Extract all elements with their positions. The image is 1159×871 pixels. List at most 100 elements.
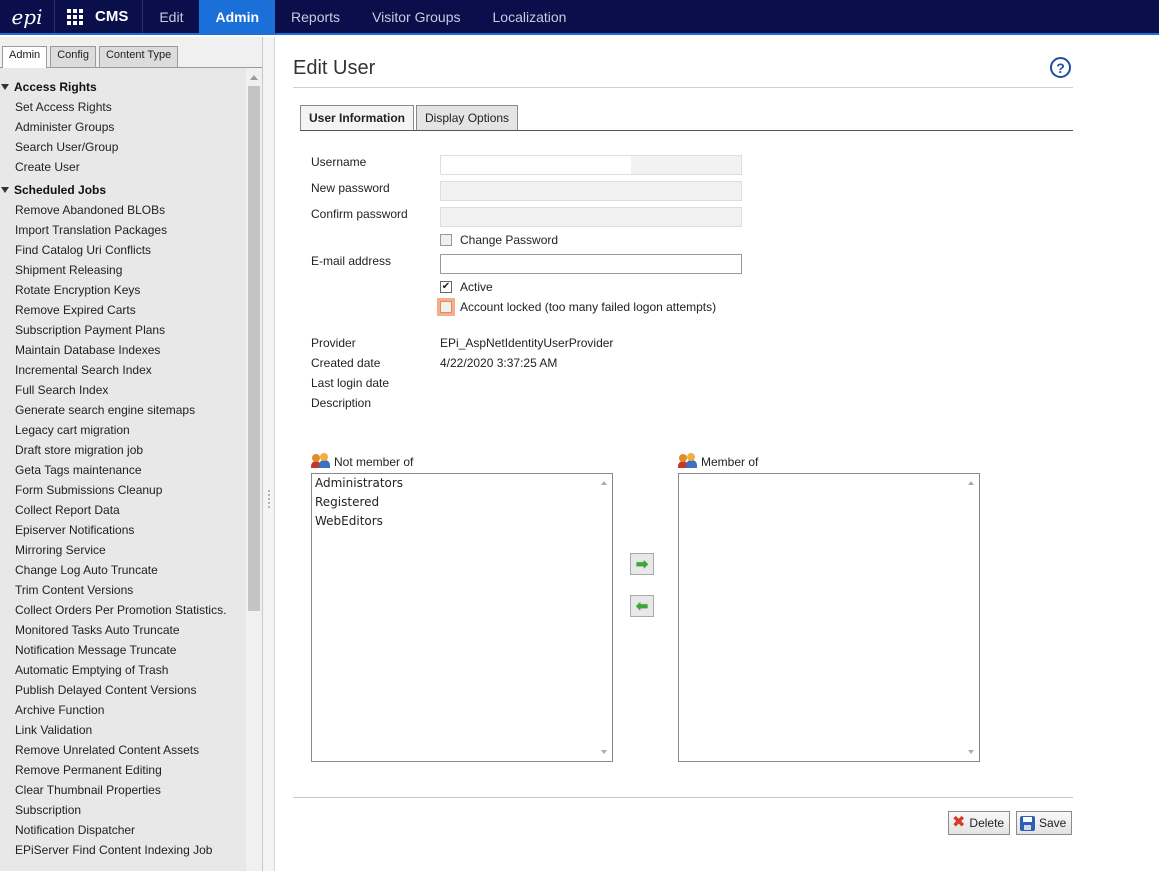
sidebar-item[interactable]: Trim Content Versions (0, 580, 246, 600)
group-option[interactable]: Registered (312, 493, 612, 512)
sidebar-item[interactable]: Generate search engine sitemaps (0, 400, 246, 420)
active-checkbox[interactable]: ✔ (440, 281, 452, 293)
sidebar-group-title: Scheduled Jobs (14, 183, 107, 197)
sidebar-item[interactable]: Find Catalog Uri Conflicts (0, 240, 246, 260)
created-date-label: Created date (311, 356, 381, 370)
sidebar-item[interactable]: Automatic Emptying of Trash (0, 660, 246, 680)
sidebar-item[interactable]: Rotate Encryption Keys (0, 280, 246, 300)
sidebar-item[interactable]: Link Validation (0, 720, 246, 740)
not-member-scrollbar[interactable] (597, 474, 612, 761)
sidebar-menu: Access Rights Set Access Rights Administer… (0, 74, 246, 871)
username-label: Username (311, 155, 367, 169)
sidebar-item[interactable]: Administer Groups (0, 117, 246, 137)
sidebar-item[interactable]: Monitored Tasks Auto Truncate (0, 620, 246, 640)
scroll-down-icon[interactable] (968, 750, 974, 754)
sidebar-item[interactable]: Publish Delayed Content Versions (0, 680, 246, 700)
sidebar-group-header[interactable]: Access Rights (0, 74, 246, 97)
group-option[interactable]: WebEditors (312, 512, 612, 531)
sidebar-tab-content-type[interactable]: Content Type (98, 46, 179, 67)
sidebar-item[interactable]: Shipment Releasing (0, 260, 246, 280)
sidebar-item[interactable]: Remove Expired Carts (0, 300, 246, 320)
not-member-header: Not member of (311, 453, 414, 469)
pane-splitter[interactable] (263, 37, 275, 871)
sidebar-tab-admin[interactable]: Admin (2, 46, 48, 68)
member-label: Member of (701, 455, 759, 469)
sidebar-item[interactable]: Clear Thumbnail Properties (0, 780, 246, 800)
sidebar-item[interactable]: Notification Dispatcher (0, 820, 246, 840)
sidebar-item[interactable]: Legacy cart migration (0, 420, 246, 440)
admin-sidebar: Admin Config Content Type Access Rights S… (0, 37, 263, 871)
sidebar-tab-config[interactable]: Config (50, 46, 96, 67)
expand-triangle-icon[interactable] (1, 84, 9, 90)
top-navigation-bar: epi CMS Edit Admin Reports Visitor Group… (0, 0, 1159, 35)
sidebar-item[interactable]: Full Search Index (0, 380, 246, 400)
sidebar-item[interactable]: Form Submissions Cleanup (0, 480, 246, 500)
member-scrollbar[interactable] (964, 474, 979, 761)
provider-value: EPi_AspNetIdentityUserProvider (440, 336, 614, 350)
tab-user-information[interactable]: User Information (300, 105, 415, 131)
scrollbar-thumb[interactable] (248, 86, 260, 611)
sidebar-item[interactable]: Maintain Database Indexes (0, 340, 246, 360)
nav-localization[interactable]: Localization (477, 0, 583, 33)
nav-admin[interactable]: Admin (199, 0, 276, 33)
member-listbox[interactable] (678, 473, 980, 762)
confirm-password-input[interactable] (440, 207, 742, 227)
nav-edit[interactable]: Edit (143, 0, 199, 33)
new-password-input[interactable] (440, 181, 742, 201)
sidebar-item[interactable]: Search User/Group (0, 137, 246, 157)
sidebar-item[interactable]: Mirroring Service (0, 540, 246, 560)
sidebar-item[interactable]: Set Access Rights (0, 97, 246, 117)
sidebar-item[interactable]: Create User (0, 157, 246, 177)
sidebar-group-header[interactable]: Scheduled Jobs (0, 177, 246, 200)
nav-reports[interactable]: Reports (275, 0, 356, 33)
expand-triangle-icon[interactable] (1, 187, 9, 193)
app-launcher-icon[interactable] (55, 0, 95, 33)
sidebar-item[interactable]: Subscription (0, 800, 246, 820)
remove-from-group-button[interactable]: ⬅ (630, 595, 654, 617)
edit-user-panel: Edit User ? User Information Display Opt… (276, 37, 1159, 871)
sidebar-item[interactable]: Remove Abandoned BLOBs (0, 200, 246, 220)
edit-user-tabs: User Information Display Options (300, 105, 519, 131)
sidebar-item[interactable]: Episerver Notifications (0, 520, 246, 540)
add-to-group-button[interactable]: ➡ (630, 553, 654, 575)
scroll-up-icon[interactable] (601, 481, 607, 485)
nav-visitor-groups[interactable]: Visitor Groups (356, 0, 476, 33)
sidebar-tabs: Admin Config Content Type (0, 37, 262, 68)
title-divider (293, 87, 1073, 88)
sidebar-item[interactable]: Draft store migration job (0, 440, 246, 460)
confirm-password-label: Confirm password (311, 207, 408, 221)
splitter-grip-icon (268, 489, 270, 509)
save-icon (1020, 815, 1035, 831)
sidebar-item[interactable]: Collect Report Data (0, 500, 246, 520)
help-icon[interactable]: ? (1050, 57, 1071, 78)
sidebar-item[interactable]: Archive Function (0, 700, 246, 720)
sidebar-item[interactable]: Remove Unrelated Content Assets (0, 740, 246, 760)
scroll-down-icon[interactable] (601, 750, 607, 754)
sidebar-item[interactable]: Incremental Search Index (0, 360, 246, 380)
account-locked-checkbox[interactable] (440, 301, 452, 313)
email-input[interactable] (440, 254, 742, 274)
scroll-up-icon[interactable] (968, 481, 974, 485)
sidebar-scrollbar[interactable] (246, 68, 262, 871)
tab-display-options[interactable]: Display Options (416, 105, 519, 130)
sidebar-item[interactable]: Import Translation Packages (0, 220, 246, 240)
change-password-checkbox[interactable] (440, 234, 452, 246)
sidebar-item[interactable]: EPiServer Find Content Indexing Job (0, 840, 246, 860)
sidebar-item[interactable]: Notification Message Truncate (0, 640, 246, 660)
episerver-logo[interactable]: epi (0, 0, 55, 33)
save-button[interactable]: Save (1016, 811, 1073, 835)
group-option[interactable]: Administrators (312, 474, 612, 493)
scroll-up-icon[interactable] (250, 75, 258, 80)
delete-button[interactable]: ✖ Delete (948, 811, 1011, 835)
username-input[interactable] (440, 155, 742, 175)
sidebar-item[interactable]: Remove Permanent Editing (0, 760, 246, 780)
new-password-label: New password (311, 181, 390, 195)
created-date-value: 4/22/2020 3:37:25 AM (440, 356, 558, 370)
sidebar-item[interactable]: Collect Orders Per Promotion Statistics. (0, 600, 246, 620)
not-member-label: Not member of (334, 455, 414, 469)
last-login-label: Last login date (311, 376, 390, 390)
not-member-listbox[interactable]: Administrators Registered WebEditors (311, 473, 613, 762)
sidebar-item[interactable]: Subscription Payment Plans (0, 320, 246, 340)
sidebar-item[interactable]: Geta Tags maintenance (0, 460, 246, 480)
sidebar-item[interactable]: Change Log Auto Truncate (0, 560, 246, 580)
